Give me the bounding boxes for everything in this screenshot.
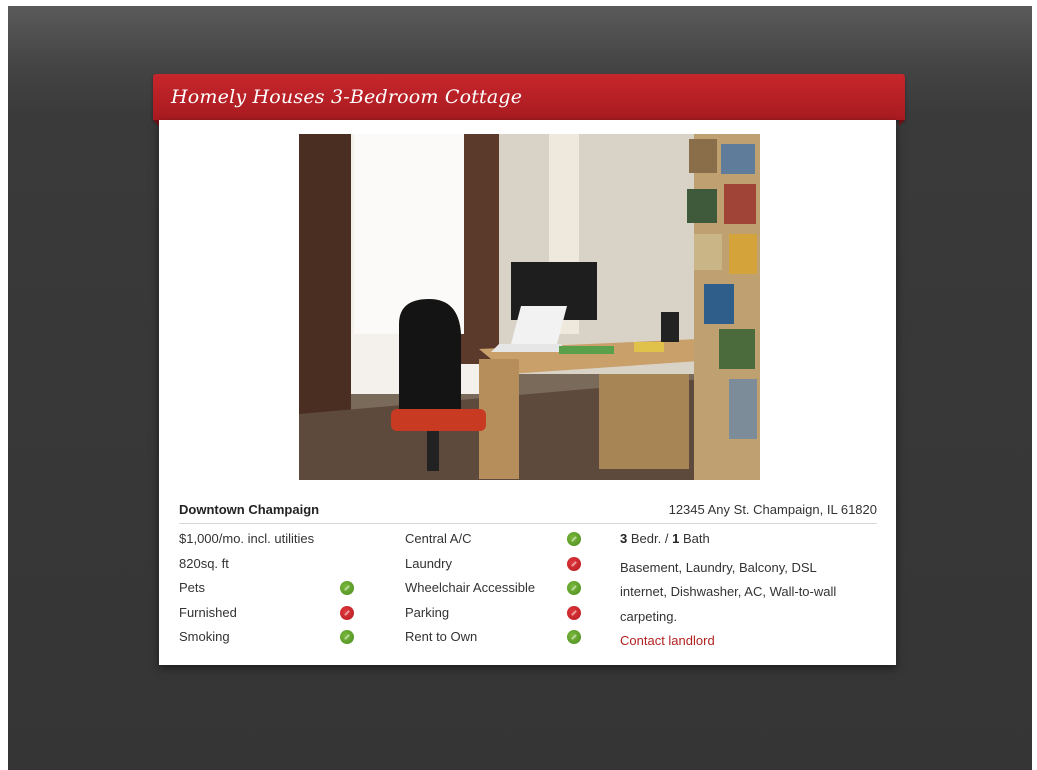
bed-bath-count: 3 Bedr. / 1 Bath bbox=[620, 531, 880, 556]
price: $1,000/mo. incl. utilities bbox=[179, 531, 315, 546]
amenity-label: Wheelchair Accessible bbox=[405, 580, 536, 595]
amenity-row: Parking bbox=[405, 605, 595, 630]
details-column: $1,000/mo. incl. utilities 820sq. ft Pet… bbox=[179, 531, 369, 654]
unavailable-icon bbox=[567, 605, 581, 620]
amenity-row: Wheelchair Accessible bbox=[405, 580, 595, 605]
amenity-label: Furnished bbox=[179, 604, 237, 620]
listing-title: Homely Houses 3-Bedroom Cottage bbox=[171, 86, 523, 108]
contact-landlord-link[interactable]: Contact landlord bbox=[620, 633, 715, 648]
unavailable-icon bbox=[567, 556, 581, 571]
amenity-label: Smoking bbox=[179, 629, 230, 644]
amenity-row: Smoking bbox=[179, 629, 369, 654]
address: 12345 Any St. Champaign, IL 61820 bbox=[668, 502, 877, 517]
features-description: Basement, Laundry, Balcony, DSL internet… bbox=[620, 559, 837, 624]
listing-header-row: Downtown Champaign 12345 Any St. Champai… bbox=[179, 499, 877, 524]
amenity-label: Laundry bbox=[405, 555, 452, 571]
bedroom-label: Bedr. bbox=[630, 531, 662, 546]
listing-photo[interactable] bbox=[299, 134, 760, 480]
amenity-label: Pets bbox=[179, 580, 206, 595]
title-banner: Homely Houses 3-Bedroom Cottage bbox=[153, 74, 905, 126]
amenity-row: Rent to Own bbox=[405, 629, 595, 654]
amenity-label: Parking bbox=[405, 604, 450, 620]
page-background: Homely Houses 3-Bedroom Cottage Downtown… bbox=[8, 6, 1032, 770]
amenity-row: Laundry bbox=[405, 556, 595, 581]
amenity-label: Rent to Own bbox=[405, 629, 478, 644]
amenity-row: Pets bbox=[179, 580, 369, 605]
bedroom-count: 3 bbox=[620, 531, 628, 546]
unavailable-icon bbox=[340, 605, 354, 620]
available-icon bbox=[340, 581, 354, 595]
listing-body: Downtown Champaign 12345 Any St. Champai… bbox=[159, 120, 896, 665]
bathroom-count: 1 bbox=[672, 531, 680, 546]
amenities-column: Central A/C Laundry Wheelchair Accessibl… bbox=[405, 531, 595, 654]
available-icon bbox=[340, 630, 354, 644]
amenity-row: Furnished bbox=[179, 605, 369, 630]
available-icon bbox=[567, 581, 581, 595]
summary-column: 3 Bedr. / 1 Bath Basement, Laundry, Balc… bbox=[620, 531, 880, 654]
available-icon bbox=[567, 630, 581, 644]
amenity-row: Central A/C bbox=[405, 531, 595, 556]
bathroom-label: Bath bbox=[682, 531, 710, 546]
bed-bath-separator: / bbox=[664, 531, 669, 546]
available-icon bbox=[567, 532, 581, 546]
square-footage: 820sq. ft bbox=[179, 555, 229, 571]
bedroom-photo-illustration bbox=[299, 134, 760, 480]
amenity-label: Central A/C bbox=[405, 531, 472, 546]
area-name: Downtown Champaign bbox=[179, 502, 320, 517]
